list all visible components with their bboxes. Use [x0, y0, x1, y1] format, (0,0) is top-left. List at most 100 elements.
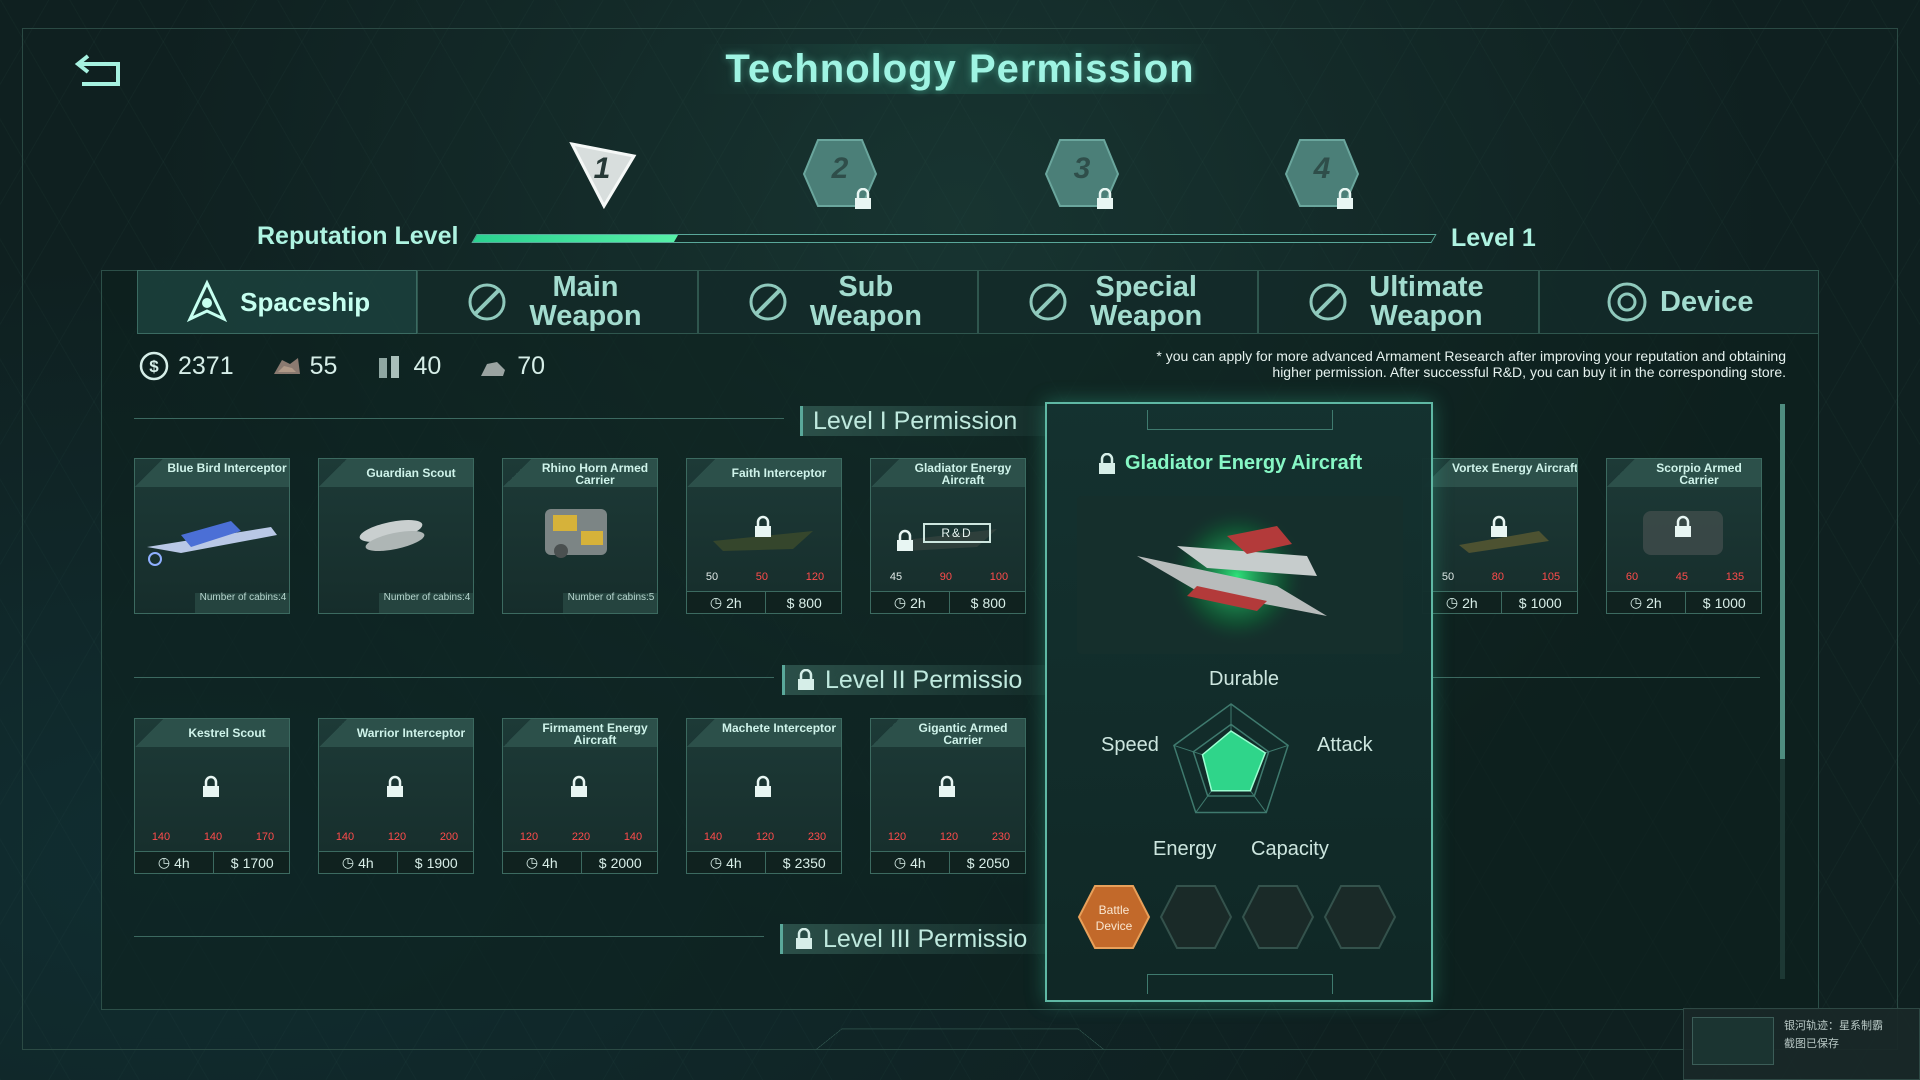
clock-icon: ◷ — [893, 594, 907, 610]
card-stats: 50 50 120 — [687, 571, 841, 589]
clock-icon: ◷ — [709, 854, 723, 870]
ship-card-machete-interceptor[interactable]: Machete Interceptor 140 120 230 ◷ 4h $235… — [686, 718, 842, 874]
reputation-badge-1[interactable]: 1 — [562, 134, 642, 214]
research-notice: * you can apply for more advanced Armame… — [1156, 348, 1786, 380]
resource-alloy: 70 — [477, 350, 545, 382]
battle-device-slot[interactable]: Battle Device — [1077, 884, 1151, 950]
research-cost: $1900 — [396, 852, 474, 873]
credits-icon: $ — [970, 594, 979, 611]
ship-card-warrior-interceptor[interactable]: Warrior Interceptor 140 120 200 ◷ 4h $190… — [318, 718, 474, 874]
time-value: 4h — [542, 854, 558, 871]
tab-device[interactable]: Device — [1538, 270, 1819, 334]
card-notch — [135, 459, 163, 487]
credits-value: 2371 — [178, 351, 234, 380]
detail-frame-bottom — [1147, 974, 1333, 994]
credits-icon: $ — [966, 854, 975, 871]
toast-thumbnail — [1692, 1017, 1774, 1065]
stat-alloy: 230 — [807, 831, 827, 843]
weapon-icon — [1029, 283, 1067, 321]
research-time: ◷ 2h — [871, 592, 949, 613]
svg-text:$: $ — [149, 357, 159, 376]
radar-label-speed: Speed — [1101, 734, 1159, 756]
resource-credits: $ 2371 — [138, 350, 234, 382]
reputation-badge-3[interactable]: 3 — [1042, 134, 1122, 214]
empty-slot[interactable] — [1159, 884, 1233, 950]
card-stats: 120 220 140 — [503, 831, 657, 849]
lock-icon — [1099, 452, 1115, 474]
card-name: Kestrel Scout — [163, 719, 289, 747]
list-scrollbar[interactable] — [1780, 404, 1785, 979]
toast-text: 银河轨迹：星系制霸 截图已保存 — [1784, 1017, 1883, 1071]
lock-icon — [798, 669, 814, 690]
category-tabs: Spaceship Main Weapon Sub Weapon Special… — [137, 270, 1819, 334]
rd-tag: R&D — [923, 523, 991, 543]
alloy-value: 70 — [517, 351, 546, 380]
screenshot-toast: 银河轨迹：星系制霸 截图已保存 — [1683, 1008, 1920, 1080]
card-name: Faith Interceptor — [715, 459, 841, 487]
tab-label: Sub Weapon — [809, 271, 922, 332]
stat-alloy: 230 — [991, 831, 1011, 843]
tab-ultimate-weapon[interactable]: Ultimate Weapon — [1258, 270, 1539, 334]
section-level3-header: Level III Permissio — [780, 924, 1046, 954]
stat-crystal: 140 — [203, 831, 223, 843]
reputation-badge-4[interactable]: 4 — [1282, 134, 1362, 214]
empty-slot[interactable] — [1241, 884, 1315, 950]
ship-card-gigantic-armed-carrier[interactable]: Gigantic Armed Carrier 120 120 230 ◷ 4h $… — [870, 718, 1026, 874]
stat-ore: 45 — [889, 571, 903, 583]
tab-label: Special Weapon — [1090, 271, 1203, 332]
detail-ship-image — [1077, 496, 1403, 654]
stat-alloy: 105 — [1541, 571, 1561, 583]
stat-crystal: 220 — [571, 831, 591, 843]
credits-icon: $ — [230, 854, 239, 871]
section-level2-header: Level II Permissio — [782, 665, 1046, 695]
tab-spaceship[interactable]: Spaceship — [137, 270, 418, 334]
card-footer: ◷ 2h $800 — [687, 591, 842, 613]
card-footer: ◷ 4h $2050 — [871, 851, 1025, 873]
reputation-progress-bar — [471, 234, 1437, 243]
research-time: ◷ 2h — [687, 592, 765, 613]
lock-icon — [571, 775, 587, 797]
card-notch — [1607, 459, 1635, 487]
card-notch — [503, 459, 531, 487]
badge-number: 2 — [831, 152, 849, 185]
ship-card-scorpio-armed-carrier[interactable]: Scorpio Armed Carrier 60 45 135 ◷ 2h $100… — [1606, 458, 1762, 614]
crystal-value: 40 — [413, 351, 442, 380]
reputation-badge-2[interactable]: 2 — [800, 134, 880, 214]
scrollbar-thumb[interactable] — [1780, 404, 1785, 759]
tab-special-weapon[interactable]: Special Weapon — [977, 270, 1259, 334]
cost-value: 1900 — [426, 854, 458, 871]
ship-card-faith-interceptor[interactable]: Faith Interceptor 50 50 120 ◷ 2h $800 — [686, 458, 842, 614]
ship-detail-panel: Gladiator Energy Aircraft Durable Attack… — [1045, 402, 1433, 1002]
ship-card-kestrel-scout[interactable]: Kestrel Scout 140 140 170 ◷ 4h $1700 — [134, 718, 290, 874]
research-time: ◷ 4h — [503, 852, 581, 873]
time-value: 2h — [910, 594, 926, 611]
ship-card-gladiator-energy-aircraft[interactable]: Gladiator Energy Aircraft R&D 45 90 100 … — [870, 458, 1026, 614]
lock-icon — [387, 775, 403, 797]
ship-card-vortex-energy-aircraft[interactable]: Vortex Energy Aircraft 50 80 105 ◷ 2h $10… — [1422, 458, 1578, 614]
card-stats: 60 45 135 — [1607, 571, 1761, 589]
stat-alloy: 200 — [439, 831, 459, 843]
stat-alloy: 120 — [805, 571, 825, 583]
tab-main-weapon[interactable]: Main Weapon — [417, 270, 698, 334]
empty-slot[interactable] — [1323, 884, 1397, 950]
card-stats: 120 120 230 — [871, 831, 1025, 849]
card-stats: 140 120 230 — [687, 831, 841, 849]
lock-icon — [1675, 515, 1691, 537]
stat-ore: 50 — [1441, 571, 1455, 583]
research-cost: $800 — [764, 592, 842, 613]
tab-sub-weapon[interactable]: Sub Weapon — [697, 270, 978, 334]
card-name: Warrior Interceptor — [347, 719, 473, 747]
research-cost: $1000 — [1500, 592, 1578, 613]
ship-card-blue-bird-interceptor[interactable]: Blue Bird Interceptor Number of cabins:4 — [134, 458, 290, 614]
ship-card-rhino-horn-armed-carrier[interactable]: Rhino Horn Armed Carrier Number of cabin… — [502, 458, 658, 614]
ship-card-firmament-energy-aircraft[interactable]: Firmament Energy Aircraft 120 220 140 ◷ 4… — [502, 718, 658, 874]
ship-card-guardian-scout[interactable]: Guardian Scout Number of cabins:4 — [318, 458, 474, 614]
card-footer: ◷ 2h $1000 — [1607, 591, 1761, 613]
badge-number: 4 — [1313, 152, 1331, 185]
back-arrow-icon[interactable] — [74, 50, 128, 90]
research-time: ◷ 2h — [1607, 592, 1685, 613]
stat-ore: 50 — [705, 571, 719, 583]
radar-label-attack: Attack — [1317, 734, 1373, 756]
cost-value: 1700 — [242, 854, 274, 871]
stat-ore: 140 — [151, 831, 171, 843]
